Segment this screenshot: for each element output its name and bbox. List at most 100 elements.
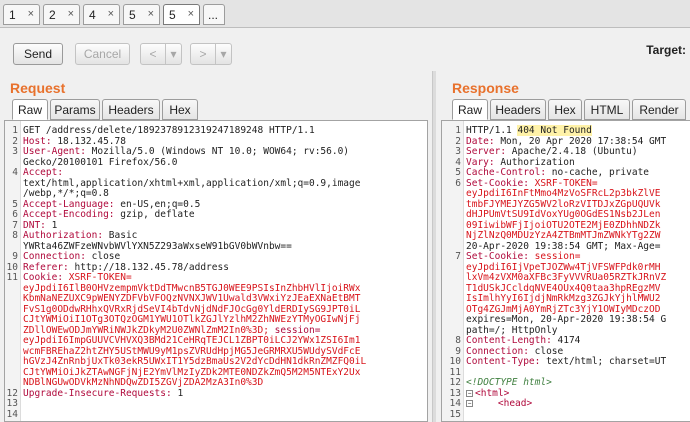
request-tab-raw[interactable]: Raw (12, 99, 48, 120)
header-value: Mon, 20 Apr 2020 17:38:54 GMT (494, 135, 667, 147)
header-value: /webp,*/*;q=0.8 (23, 188, 109, 199)
html-tag: <html> (475, 387, 510, 399)
close-icon[interactable]: × (148, 8, 154, 20)
tab-label: 5 (129, 8, 136, 22)
panel-divider[interactable] (432, 71, 436, 422)
line-number: 10 (449, 356, 461, 367)
cookie-value: NDBlNGUwODVkMzNhNDQwZDI5ZGVjZDA2MzA3In0%… (23, 377, 264, 388)
chevron-down-icon[interactable]: ▾ (215, 44, 231, 64)
header-value: en-US,en;q=0.5 (114, 198, 201, 210)
chevron-down-icon[interactable]: ▾ (165, 44, 181, 64)
line-number: 14 (6, 408, 18, 420)
cookie-value: tmbFJYMEJYZG5WV2loRzVITDJxZGpUQUVk (466, 198, 661, 210)
response-tab-html[interactable]: HTML (584, 99, 630, 120)
header-value: Authorization (494, 156, 575, 168)
header-name: Connection: (23, 251, 86, 262)
request-tab-params[interactable]: Params (50, 99, 100, 120)
repeater-tab-5a[interactable]: 5 × (123, 4, 160, 25)
response-tab-raw[interactable]: Raw (452, 99, 488, 120)
target-label[interactable]: Target: (646, 43, 686, 57)
response-tab-render[interactable]: Render (632, 99, 686, 120)
close-icon[interactable]: × (188, 8, 194, 20)
cookie-value: CJtYWMiOiJkZTAwNGFjNjE2YmVlMzIyZDk2MTE0N… (23, 366, 361, 378)
header-value: no-cache, private (546, 167, 650, 178)
tab-label: 4 (89, 8, 96, 22)
line-number: 5 (455, 167, 461, 178)
request-tab-hex[interactable]: Hex (162, 99, 198, 120)
response-tab-headers[interactable]: Headers (490, 99, 546, 120)
header-name: Set-Cookie: (466, 177, 529, 189)
header-name: Server: (466, 146, 507, 157)
cookie-value: lxVm4zVXM0aXFBc3FyVVVRUa05RZTkJRnVZ (466, 272, 667, 283)
cookie-value: FvS1g0ODdwRHhxQVRxRjdSeVI4bTdvNjdNdFJOcG… (23, 303, 361, 315)
tab-label: 5 (169, 8, 176, 22)
doctype-text: <!DOCTYPE html> (466, 377, 552, 388)
line-number: 12 (449, 377, 461, 388)
fold-toggle-icon[interactable]: − (466, 389, 473, 397)
repeater-tab-more[interactable]: ... (203, 4, 225, 25)
repeater-tab-4[interactable]: 4 × (83, 4, 120, 25)
code-line[interactable]: 14 (5, 408, 366, 421)
repeater-tab-5b[interactable]: 5 × (163, 4, 200, 25)
cookie-value: eyJpdiI6IlB0OHVzempmVktDdTMwcnB5TGJ0WEE9… (23, 282, 361, 294)
cookie-value: dHJPUmVtSU9IdVoxYUg0OGdES1Nsb2JLen (466, 209, 661, 220)
code-line[interactable]: 15 (442, 409, 666, 421)
header-value: expires=Mon, 20-Apr-2020 19:38:54 G (466, 314, 667, 325)
code-line[interactable]: 6 Accept-Encoding: gzip, deflate (5, 209, 366, 221)
line-number: 13 (6, 398, 18, 409)
header-value: path=/; HttpOnly (466, 324, 558, 336)
header-value: text/html,application/xhtml+xml,applicat… (23, 177, 361, 189)
line-number: 9 (12, 251, 18, 262)
repeater-tab-2[interactable]: 2 × (43, 4, 80, 25)
header-value: text/html; charset=UT (540, 356, 667, 367)
header-name: Authorization: (23, 230, 104, 241)
code-line[interactable]: 13 (5, 398, 366, 410)
header-value: gzip, deflate (114, 209, 195, 220)
request-editor[interactable]: 1 GET /address/delete/1892378912319247189… (4, 120, 428, 422)
response-editor[interactable]: 1 HTTP/1.1 404 Not Found 2 Date: Mon, 20 Ap… (441, 120, 690, 422)
line-number: 7 (455, 251, 461, 262)
fold-toggle-icon[interactable]: − (466, 400, 473, 407)
response-raw-text[interactable]: 1 HTTP/1.1 404 Not Found 2 Date: Mon, 20 Ap… (442, 125, 667, 421)
code-line[interactable]: 12 Upgrade-Insecure-Requests: 1 (5, 387, 366, 400)
cookie-value: IsImlhYyI6IjdjNmRkMzg3ZGJkYjhlMWU2 (466, 293, 661, 304)
repeater-tab-strip: 1 × 2 × 4 × 5 × 5 × ... (0, 0, 690, 28)
header-name: Connection: (466, 345, 529, 357)
header-name: Accept: (23, 167, 64, 178)
cookie-value: eyJpdiI6InFtMmo4MzVoSFRcL2p3bkZlVE (466, 188, 661, 199)
back-arrow-icon[interactable]: < (141, 44, 165, 64)
cookie-value: hGVzJ4ZnRnbjUxTk03ekR5UWxIT1Y5dzBmaUs2V2… (23, 356, 367, 367)
cookie-value: KbmNaNEZUXC9pWENYZDFVbVFOQzNVNXJWV1Uwald… (23, 293, 361, 304)
header-value: 1 (171, 387, 184, 399)
cookie-value: OTg4ZGJmMjA0YmRjZTc3YjY1OWIyMDczOD (466, 303, 661, 315)
code-line[interactable]: 14− <head> (442, 398, 666, 410)
header-name: Accept-Encoding: (23, 209, 115, 220)
header-value: 18.132.45.78 (51, 135, 126, 147)
repeater-tab-1[interactable]: 1 × (3, 4, 40, 25)
line-number: 1 (455, 125, 461, 136)
forward-arrow-icon[interactable]: > (191, 44, 215, 64)
header-name: Vary: (466, 156, 495, 168)
header-value: HTTP/1.1 (466, 125, 518, 136)
close-icon[interactable]: × (68, 8, 74, 20)
header-name: Referer: (23, 261, 69, 273)
header-value: http://18.132.45.78/address (68, 261, 229, 273)
cancel-button[interactable]: Cancel (75, 43, 130, 65)
code-line[interactable]: 10 Content-Type: text/html; charset=UT (442, 356, 667, 368)
cookie-value: ZDllOWEwODJmYWRiNWJkZDkyM2U0ZWNlZmM2In0%… (23, 324, 269, 336)
response-tab-hex[interactable]: Hex (548, 99, 582, 120)
back-button[interactable]: < ▾ (140, 43, 182, 65)
header-value: 1 (45, 219, 58, 231)
close-icon[interactable]: × (28, 8, 34, 20)
send-button[interactable]: Send (13, 43, 63, 65)
header-name: Upgrade-Insecure-Requests: (23, 387, 172, 399)
header-name: Cache-Control: (466, 167, 547, 178)
request-raw-text[interactable]: 1 GET /address/delete/1892378912319247189… (5, 125, 367, 421)
header-value: GET /address/delete/18923789123192471892… (23, 125, 315, 136)
close-icon[interactable]: × (108, 8, 114, 20)
forward-button[interactable]: > ▾ (190, 43, 232, 65)
request-tab-headers[interactable]: Headers (102, 99, 160, 120)
header-name: Content-Type: (466, 356, 541, 367)
header-value: Apache/2.4.18 (Ubuntu) (506, 146, 638, 157)
line-number: 14 (449, 398, 461, 409)
